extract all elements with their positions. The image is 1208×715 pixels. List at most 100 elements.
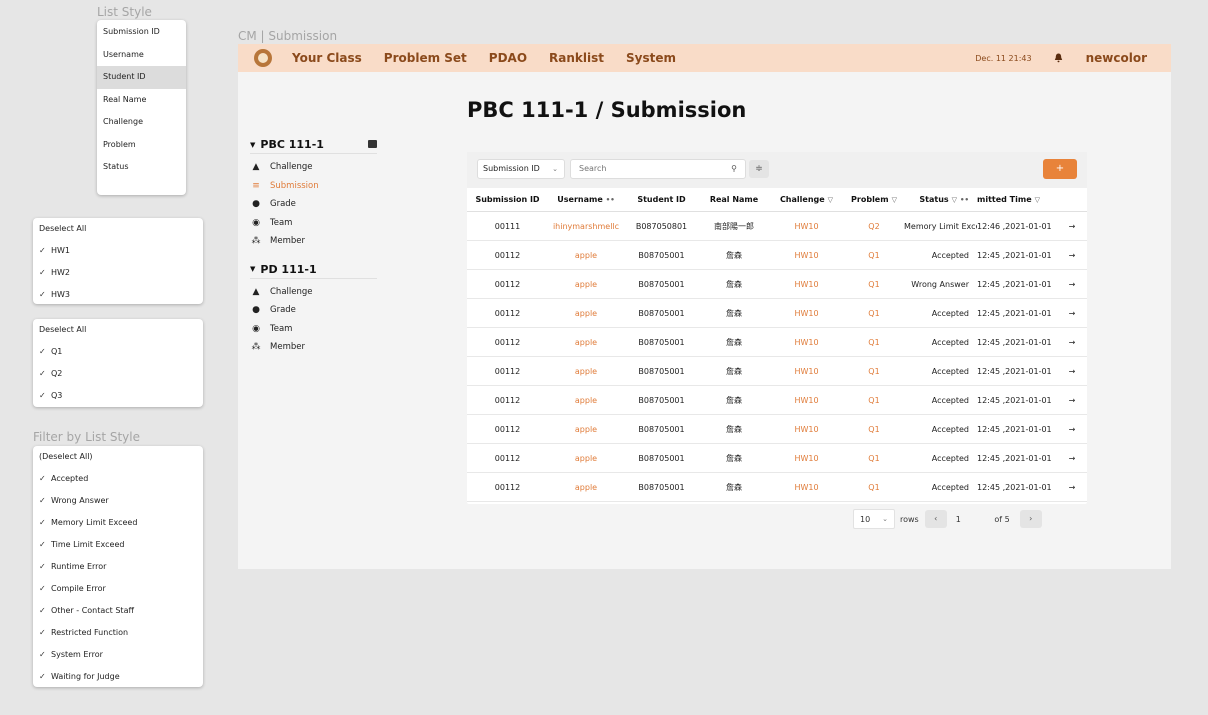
expand-icon[interactable]: •• (960, 196, 969, 204)
cell-challenge[interactable]: HW10 (769, 251, 844, 260)
filter-icon[interactable]: ▽ (828, 196, 833, 204)
problem-filter-option[interactable]: ✓ Q1 (33, 341, 203, 363)
cell-problem[interactable]: Q2 (844, 222, 904, 231)
sidebar-item-challenge[interactable]: ▲ Challenge (250, 283, 377, 302)
cell-problem[interactable]: Q1 (844, 454, 904, 463)
search-input[interactable] (579, 164, 719, 173)
cell-username[interactable]: apple (548, 251, 624, 260)
sidebar-item-member[interactable]: ⁂ Member (250, 232, 377, 251)
header-username[interactable]: Username •• (548, 195, 624, 204)
nav-your-class[interactable]: Your Class (292, 51, 362, 65)
problem-deselect-all[interactable]: Deselect All (33, 319, 203, 341)
header-student-id[interactable]: Student ID (624, 195, 699, 204)
cell-username[interactable]: apple (548, 425, 624, 434)
table-row[interactable]: 00112 apple B08705001 詹森 HW10 Q1 Accepted 2021-… (467, 241, 1087, 270)
status-filter-option[interactable]: ✓ Waiting for Judge (33, 666, 203, 688)
cell-problem[interactable]: Q1 (844, 309, 904, 318)
status-filter-option[interactable]: ✓ Wrong Answer (33, 490, 203, 512)
cell-challenge[interactable]: HW10 (769, 425, 844, 434)
cell-challenge[interactable]: HW10 (769, 396, 844, 405)
rows-per-page-select[interactable]: 10 ⌄ (853, 509, 895, 529)
course-header-pd[interactable]: ▼ PD 111-1 (250, 261, 377, 279)
cell-username[interactable]: apple (548, 483, 624, 492)
cell-username[interactable]: apple (548, 367, 624, 376)
cell-problem[interactable]: Q1 (844, 425, 904, 434)
column-select[interactable]: Submission ID ⌄ (477, 159, 565, 179)
list-style-option[interactable]: Status (97, 156, 186, 179)
cell-challenge[interactable]: HW10 (769, 454, 844, 463)
nav-pdao[interactable]: PDAO (489, 51, 527, 65)
cell-problem[interactable]: Q1 (844, 396, 904, 405)
cell-challenge[interactable]: HW10 (769, 367, 844, 376)
problem-filter-option[interactable]: ✓ Q3 (33, 385, 203, 407)
status-filter-option[interactable]: ✓ Restricted Function (33, 622, 203, 644)
nav-problem-set[interactable]: Problem Set (384, 51, 467, 65)
status-deselect-all[interactable]: (Deselect All) (33, 446, 203, 468)
cell-username[interactable]: apple (548, 280, 624, 289)
nav-ranklist[interactable]: Ranklist (549, 51, 604, 65)
cell-username[interactable]: apple (548, 338, 624, 347)
arrow-right-icon[interactable]: → (1062, 367, 1082, 376)
status-filter-option[interactable]: ✓ Accepted (33, 468, 203, 490)
table-row[interactable]: 00112 apple B08705001 詹森 HW10 Q1 Accepted 2021-… (467, 299, 1087, 328)
arrow-right-icon[interactable]: → (1062, 251, 1082, 260)
table-row[interactable]: 00112 apple B08705001 詹森 HW10 Q1 Accepted 2021-… (467, 386, 1087, 415)
filter-icon[interactable]: ▽ (892, 196, 897, 204)
challenge-filter-option[interactable]: ✓ HW1 (33, 240, 203, 262)
sidebar-item-member[interactable]: ⁂ Member (250, 338, 377, 357)
table-row[interactable]: 00111 ihinymarshmellc B087050801 南部陽一郎 HW10 Q… (467, 212, 1087, 241)
cell-challenge[interactable]: HW10 (769, 309, 844, 318)
header-problem[interactable]: Problem ▽ (844, 195, 904, 204)
nav-username[interactable]: newcolor (1086, 51, 1147, 65)
status-filter-option[interactable]: ✓ Memory Limit Exceed (33, 512, 203, 534)
cell-challenge[interactable]: HW10 (769, 222, 844, 231)
table-row[interactable]: 00112 apple B08705001 詹森 HW10 Q1 Accepted 2021-… (467, 444, 1087, 473)
arrow-right-icon[interactable]: → (1062, 222, 1082, 231)
header-status[interactable]: Status ▽ •• (904, 195, 977, 204)
arrow-right-icon[interactable]: → (1062, 483, 1082, 492)
header-submission-id[interactable]: Submission ID (467, 195, 548, 204)
arrow-right-icon[interactable]: → (1062, 454, 1082, 463)
cell-username[interactable]: apple (548, 454, 624, 463)
add-button[interactable]: + (1043, 159, 1077, 179)
filter-icon[interactable]: ▽ (952, 196, 957, 204)
cell-problem[interactable]: Q1 (844, 280, 904, 289)
status-filter-option[interactable]: ✓ System Error (33, 644, 203, 666)
cell-problem[interactable]: Q1 (844, 483, 904, 492)
cell-username[interactable]: ihinymarshmellc (548, 222, 624, 231)
sidebar-item-team[interactable]: ◉ Team (250, 320, 377, 339)
list-style-option[interactable]: Submission ID (97, 21, 186, 44)
expand-icon[interactable]: •• (606, 196, 615, 204)
challenge-filter-option[interactable]: ✓ HW2 (33, 262, 203, 284)
sidebar-item-submission[interactable]: ≡ Submission (250, 177, 377, 196)
list-style-option[interactable]: Username (97, 44, 186, 67)
list-style-option[interactable]: Real Name (97, 89, 186, 112)
cell-challenge[interactable]: HW10 (769, 483, 844, 492)
bell-icon[interactable] (1054, 53, 1064, 64)
next-page-button[interactable]: › (1019, 510, 1042, 528)
course-header-pbc[interactable]: ▼ PBC 111-1 (250, 136, 377, 154)
cell-username[interactable]: apple (548, 309, 624, 318)
header-real-name[interactable]: Real Name (699, 195, 769, 204)
arrow-right-icon[interactable]: → (1062, 396, 1082, 405)
arrow-right-icon[interactable]: → (1062, 280, 1082, 289)
nav-system[interactable]: System (626, 51, 676, 65)
cell-problem[interactable]: Q1 (844, 338, 904, 347)
problem-filter-option[interactable]: ✓ Q2 (33, 363, 203, 385)
page-input[interactable]: 1 of 5 (950, 509, 1016, 529)
list-style-option[interactable]: Problem (97, 134, 186, 157)
header-challenge[interactable]: Challenge ▽ (769, 195, 844, 204)
list-style-option[interactable]: Challenge (97, 111, 186, 134)
sidebar-item-team[interactable]: ◉ Team (250, 214, 377, 233)
arrow-right-icon[interactable]: → (1062, 425, 1082, 434)
sidebar-item-grade[interactable]: ● Grade (250, 195, 377, 214)
search-icon[interactable]: ⚲ (731, 160, 737, 178)
prev-page-button[interactable]: ‹ (924, 510, 947, 528)
cell-challenge[interactable]: HW10 (769, 338, 844, 347)
table-row[interactable]: 00112 apple B08705001 詹森 HW10 Q1 Accepted 2021-… (467, 473, 1087, 502)
logo-icon[interactable] (254, 49, 272, 67)
sidebar-item-grade[interactable]: ● Grade (250, 301, 377, 320)
cell-problem[interactable]: Q1 (844, 367, 904, 376)
header-submitted-time[interactable]: mitted Time ▽ (977, 195, 1062, 204)
filter-button[interactable]: ≑ (749, 160, 769, 178)
